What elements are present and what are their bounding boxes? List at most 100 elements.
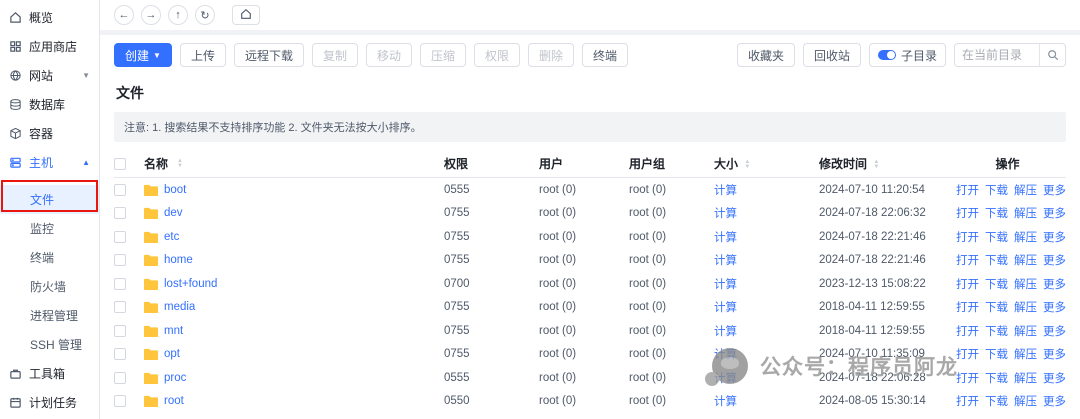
copy-button[interactable]: 复制 bbox=[312, 43, 358, 67]
header-modified[interactable]: 修改时间 ▲▼ bbox=[819, 155, 949, 172]
more-link[interactable]: 更多 bbox=[1043, 182, 1066, 198]
search-icon[interactable] bbox=[1039, 44, 1065, 66]
download-link[interactable]: 下载 bbox=[985, 182, 1008, 198]
search-input[interactable] bbox=[955, 48, 1039, 62]
file-name-link[interactable]: lost+found bbox=[164, 278, 217, 290]
open-link[interactable]: 打开 bbox=[956, 370, 979, 386]
download-link[interactable]: 下载 bbox=[985, 252, 1008, 268]
recycle-bin-button[interactable]: 回收站 bbox=[803, 43, 861, 67]
open-link[interactable]: 打开 bbox=[956, 205, 979, 221]
upload-button[interactable]: 上传 bbox=[180, 43, 226, 67]
sidebar-item-website[interactable]: 网站 ▼ bbox=[0, 61, 99, 90]
open-link[interactable]: 打开 bbox=[956, 229, 979, 245]
file-name-link[interactable]: dev bbox=[164, 207, 183, 219]
download-link[interactable]: 下载 bbox=[985, 323, 1008, 339]
calculate-size-link[interactable]: 计算 bbox=[714, 232, 737, 244]
calculate-size-link[interactable]: 计算 bbox=[714, 208, 737, 220]
refresh-button[interactable]: ↻ bbox=[195, 5, 215, 25]
more-link[interactable]: 更多 bbox=[1043, 229, 1066, 245]
subdirectory-toggle[interactable] bbox=[878, 50, 896, 60]
sidebar-item-cron[interactable]: 计划任务 bbox=[0, 388, 99, 417]
file-name-link[interactable]: mnt bbox=[164, 325, 183, 337]
download-link[interactable]: 下载 bbox=[985, 205, 1008, 221]
sidebar-item-toolbox[interactable]: 工具箱 bbox=[0, 359, 99, 388]
extract-link[interactable]: 解压 bbox=[1014, 276, 1037, 292]
subdirectory-control[interactable]: 子目录 bbox=[869, 43, 946, 67]
back-button[interactable]: ← bbox=[114, 5, 134, 25]
file-name-link[interactable]: boot bbox=[164, 184, 186, 196]
terminal-button[interactable]: 终端 bbox=[582, 43, 628, 67]
sort-icon[interactable]: ▲▼ bbox=[744, 160, 750, 170]
row-checkbox[interactable] bbox=[114, 231, 126, 243]
calculate-size-link[interactable]: 计算 bbox=[714, 349, 737, 361]
extract-link[interactable]: 解压 bbox=[1014, 370, 1037, 386]
calculate-size-link[interactable]: 计算 bbox=[714, 373, 737, 385]
extract-link[interactable]: 解压 bbox=[1014, 252, 1037, 268]
more-link[interactable]: 更多 bbox=[1043, 205, 1066, 221]
row-checkbox[interactable] bbox=[114, 348, 126, 360]
more-link[interactable]: 更多 bbox=[1043, 370, 1066, 386]
sidebar-item-process[interactable]: 进程管理 bbox=[0, 301, 99, 330]
row-checkbox[interactable] bbox=[114, 301, 126, 313]
header-size[interactable]: 大小 ▲▼ bbox=[714, 155, 819, 172]
more-link[interactable]: 更多 bbox=[1043, 252, 1066, 268]
row-checkbox[interactable] bbox=[114, 325, 126, 337]
open-link[interactable]: 打开 bbox=[956, 182, 979, 198]
sidebar-item-ssh[interactable]: SSH 管理 bbox=[0, 330, 99, 359]
more-link[interactable]: 更多 bbox=[1043, 346, 1066, 362]
up-button[interactable]: ↑ bbox=[168, 5, 188, 25]
extract-link[interactable]: 解压 bbox=[1014, 323, 1037, 339]
sidebar-item-appstore[interactable]: 应用商店 bbox=[0, 32, 99, 61]
sort-icon[interactable]: ▲▼ bbox=[873, 160, 879, 170]
row-checkbox[interactable] bbox=[114, 395, 126, 407]
row-checkbox[interactable] bbox=[114, 207, 126, 219]
more-link[interactable]: 更多 bbox=[1043, 299, 1066, 315]
file-name-link[interactable]: root bbox=[164, 395, 184, 407]
file-name-link[interactable]: opt bbox=[164, 348, 180, 360]
extract-link[interactable]: 解压 bbox=[1014, 393, 1037, 409]
row-checkbox[interactable] bbox=[114, 254, 126, 266]
open-link[interactable]: 打开 bbox=[956, 323, 979, 339]
download-link[interactable]: 下载 bbox=[985, 370, 1008, 386]
extract-link[interactable]: 解压 bbox=[1014, 182, 1037, 198]
favorites-button[interactable]: 收藏夹 bbox=[737, 43, 795, 67]
sidebar-item-terminal[interactable]: 终端 bbox=[0, 243, 99, 272]
open-link[interactable]: 打开 bbox=[956, 393, 979, 409]
file-name-link[interactable]: home bbox=[164, 254, 193, 266]
download-link[interactable]: 下载 bbox=[985, 276, 1008, 292]
calculate-size-link[interactable]: 计算 bbox=[714, 255, 737, 267]
calculate-size-link[interactable]: 计算 bbox=[714, 185, 737, 197]
select-all-checkbox[interactable] bbox=[114, 158, 126, 170]
remote-download-button[interactable]: 远程下载 bbox=[234, 43, 304, 67]
permission-button[interactable]: 权限 bbox=[474, 43, 520, 67]
calculate-size-link[interactable]: 计算 bbox=[714, 326, 737, 338]
extract-link[interactable]: 解压 bbox=[1014, 346, 1037, 362]
extract-link[interactable]: 解压 bbox=[1014, 229, 1037, 245]
delete-button[interactable]: 删除 bbox=[528, 43, 574, 67]
row-checkbox[interactable] bbox=[114, 278, 126, 290]
sidebar-item-database[interactable]: 数据库 bbox=[0, 90, 99, 119]
calculate-size-link[interactable]: 计算 bbox=[714, 279, 737, 291]
calculate-size-link[interactable]: 计算 bbox=[714, 396, 737, 408]
more-link[interactable]: 更多 bbox=[1043, 276, 1066, 292]
open-link[interactable]: 打开 bbox=[956, 276, 979, 292]
open-link[interactable]: 打开 bbox=[956, 346, 979, 362]
header-name[interactable]: 名称 ▲▼ bbox=[144, 155, 444, 172]
more-link[interactable]: 更多 bbox=[1043, 323, 1066, 339]
sidebar-item-container[interactable]: 容器 bbox=[0, 119, 99, 148]
download-link[interactable]: 下载 bbox=[985, 393, 1008, 409]
download-link[interactable]: 下载 bbox=[985, 229, 1008, 245]
extract-link[interactable]: 解压 bbox=[1014, 205, 1037, 221]
file-name-link[interactable]: proc bbox=[164, 372, 186, 384]
sidebar-item-monitor[interactable]: 监控 bbox=[0, 214, 99, 243]
calculate-size-link[interactable]: 计算 bbox=[714, 302, 737, 314]
row-checkbox[interactable] bbox=[114, 372, 126, 384]
download-link[interactable]: 下载 bbox=[985, 299, 1008, 315]
forward-button[interactable]: → bbox=[141, 5, 161, 25]
create-button[interactable]: 创建 ▼ bbox=[114, 43, 172, 67]
extract-link[interactable]: 解压 bbox=[1014, 299, 1037, 315]
open-link[interactable]: 打开 bbox=[956, 252, 979, 268]
home-directory-button[interactable] bbox=[232, 5, 260, 25]
sidebar-item-host[interactable]: 主机 ▲ bbox=[0, 148, 99, 177]
sidebar-item-files[interactable]: 文件 bbox=[0, 185, 99, 214]
